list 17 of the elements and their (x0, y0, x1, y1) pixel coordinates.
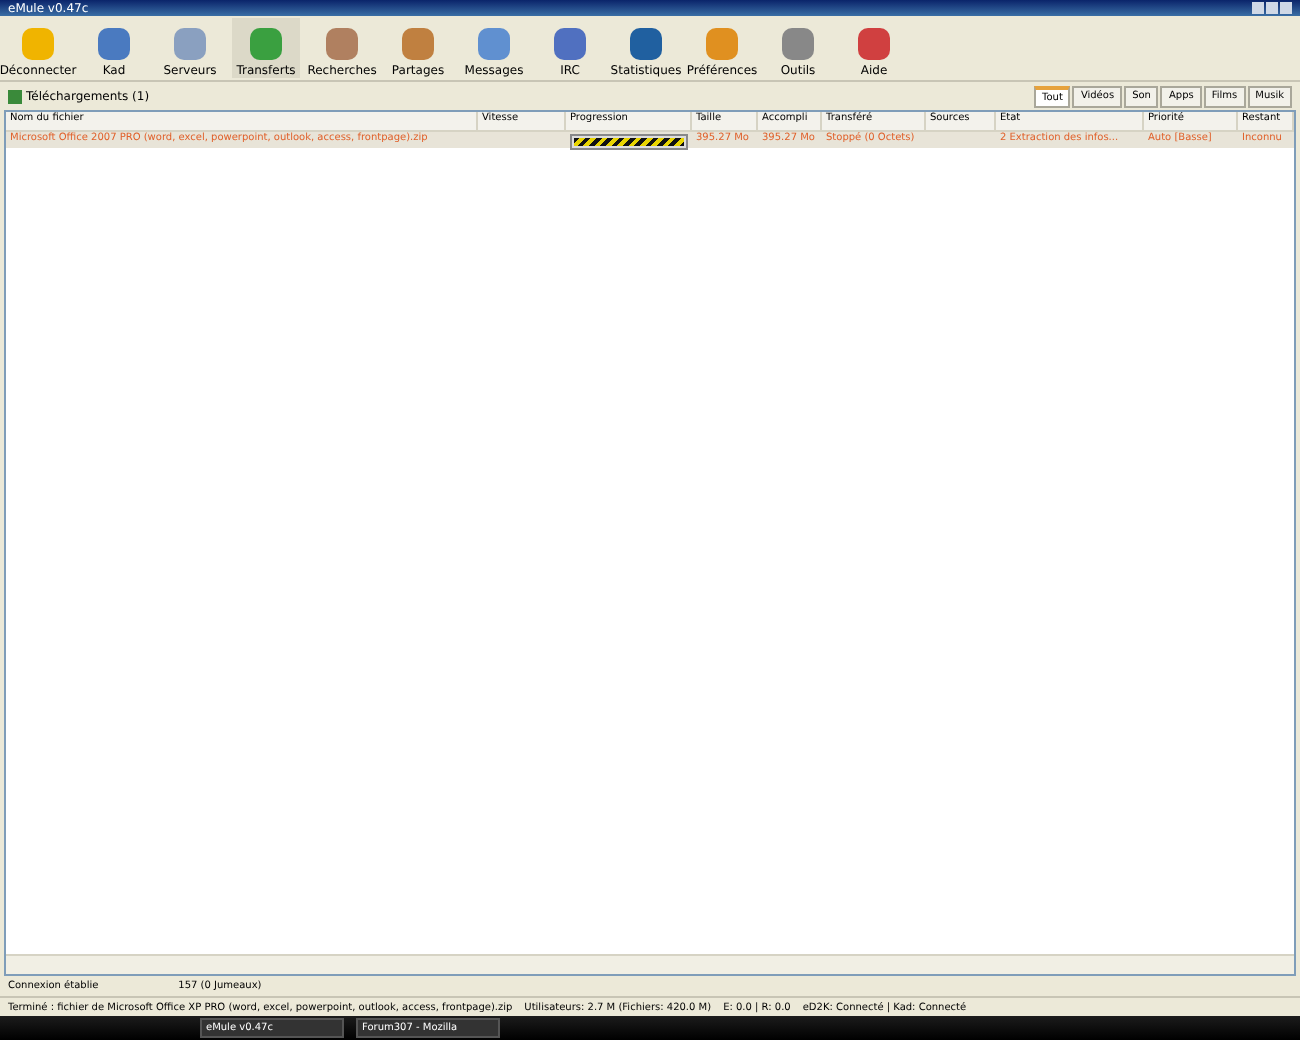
toolbar-icon (326, 28, 358, 60)
toolbar-icon (174, 28, 206, 60)
minimize-icon[interactable] (1252, 2, 1264, 14)
download-icon (8, 89, 22, 103)
toolbar-icon (478, 28, 510, 60)
toolbar-icon (858, 28, 890, 60)
toolbar-icon (706, 28, 738, 60)
horizontal-scrollbar[interactable] (6, 954, 1294, 974)
toolbar-icon (630, 28, 662, 60)
toolbar-icon (250, 28, 282, 60)
toolbar-icon (98, 28, 130, 60)
toolbar-icon (402, 28, 434, 60)
toolbar-icon (554, 28, 586, 60)
close-icon[interactable] (1280, 2, 1292, 14)
toolbar-icon (22, 28, 54, 60)
toolbar-icon (782, 28, 814, 60)
maximize-icon[interactable] (1266, 2, 1278, 14)
